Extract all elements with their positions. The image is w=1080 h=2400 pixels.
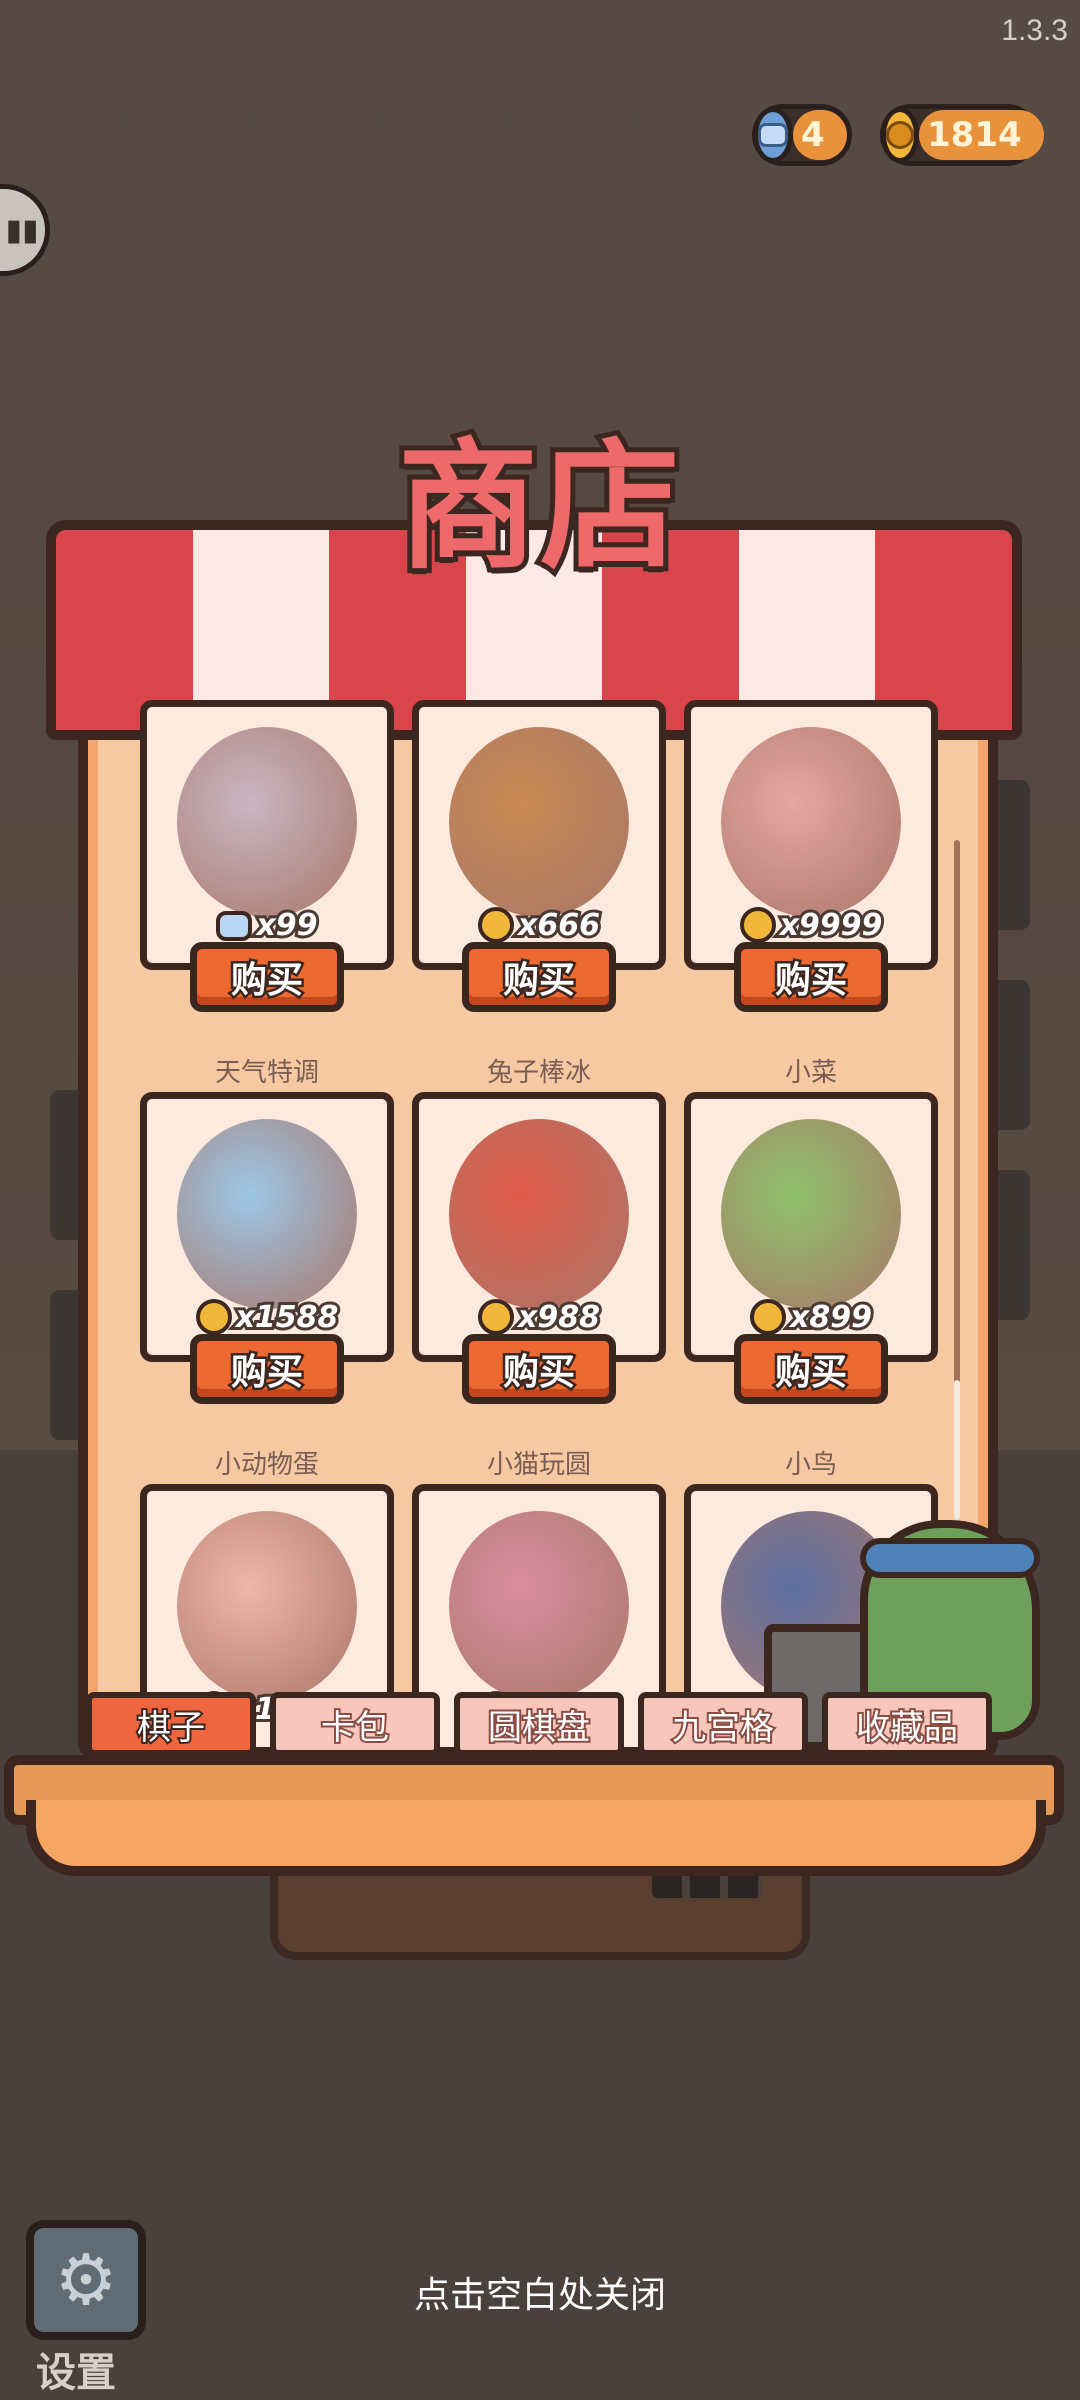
item-name: 小菜: [784, 1058, 837, 1088]
coin-icon: [739, 907, 776, 943]
tab-pieces[interactable]: 棋子: [86, 1692, 256, 1756]
item-card[interactable]: x899: [684, 1092, 938, 1362]
buy-button[interactable]: 购买: [190, 942, 344, 1012]
item-name: 小鸟: [784, 1450, 837, 1480]
price-amount: x99: [253, 905, 320, 946]
item-price: x9999: [691, 905, 931, 946]
settings-label: 设置: [36, 2350, 116, 2396]
tab-nine-grid[interactable]: 九宫格: [638, 1692, 808, 1756]
tab-card-pack[interactable]: 卡包: [270, 1692, 440, 1756]
close-hint[interactable]: 点击空白处关闭: [0, 2266, 1080, 2318]
price-amount: x9999: [777, 905, 886, 946]
item-card[interactable]: x666: [412, 700, 666, 970]
item-name: 天气特调: [214, 1058, 319, 1088]
price-amount: x988: [515, 1297, 603, 1338]
buy-button[interactable]: 购买: [734, 1334, 888, 1404]
item-image: [449, 727, 629, 917]
coin-counter[interactable]: 1814: [880, 104, 1044, 166]
coin-icon: [750, 1299, 786, 1335]
item-card[interactable]: x1588: [140, 1092, 394, 1362]
item-price: x899: [691, 1297, 931, 1338]
item-image: [449, 1511, 629, 1701]
coin-icon: [195, 1299, 232, 1335]
scrollbar-thumb[interactable]: [954, 1380, 960, 1520]
coin-icon: [478, 907, 514, 943]
settings-button[interactable]: ⚙: [26, 2220, 146, 2340]
item-name: 兔子棒冰: [486, 1058, 591, 1088]
item-card[interactable]: x988: [412, 1092, 666, 1362]
item-image: [449, 1119, 629, 1309]
item-price: x1588: [147, 1297, 387, 1338]
item-image: [177, 1119, 357, 1309]
tab-collectibles[interactable]: 收藏品: [822, 1692, 992, 1756]
shop-tabs: 棋子 卡包 圆棋盘 九宫格 收藏品: [82, 1692, 998, 1762]
item-image: [721, 1119, 901, 1309]
item-card[interactable]: x9999: [684, 700, 938, 970]
item-price: x666: [419, 905, 659, 946]
buy-button[interactable]: 购买: [462, 1334, 616, 1404]
coin-icon: [881, 107, 919, 163]
coin-icon: [478, 1299, 514, 1335]
coin-count: 1814: [919, 110, 1044, 160]
buy-button[interactable]: 购买: [734, 942, 888, 1012]
item-image: [177, 727, 357, 917]
gem-count: 4: [793, 110, 847, 160]
chat-icon: ▮▮: [5, 212, 39, 248]
item-card[interactable]: x99: [140, 700, 394, 970]
price-amount: x899: [787, 1297, 875, 1338]
shop-scrollbar[interactable]: [954, 840, 960, 1520]
gem-icon: [753, 107, 793, 163]
gem-counter[interactable]: 4: [752, 104, 852, 166]
version-label: 1.3.3: [1001, 14, 1068, 47]
shop-title: 商店: [393, 421, 685, 594]
item-price: x988: [419, 1297, 659, 1338]
item-name: 小猫玩圆: [486, 1450, 591, 1480]
item-image: [721, 727, 901, 917]
price-amount: x666: [515, 905, 603, 946]
item-price: x99: [147, 905, 387, 946]
item-image: [177, 1511, 357, 1701]
shop-counter-base: [26, 1800, 1046, 1876]
shop-title-banner: 商店: [390, 405, 690, 594]
gear-icon: ⚙: [54, 2239, 118, 2321]
buy-button[interactable]: 购买: [462, 942, 616, 1012]
tab-round-board[interactable]: 圆棋盘: [454, 1692, 624, 1756]
item-name: 小动物蛋: [214, 1450, 319, 1480]
price-amount: x1588: [233, 1297, 342, 1338]
buy-button[interactable]: 购买: [190, 1334, 344, 1404]
gem-icon: [216, 910, 253, 941]
